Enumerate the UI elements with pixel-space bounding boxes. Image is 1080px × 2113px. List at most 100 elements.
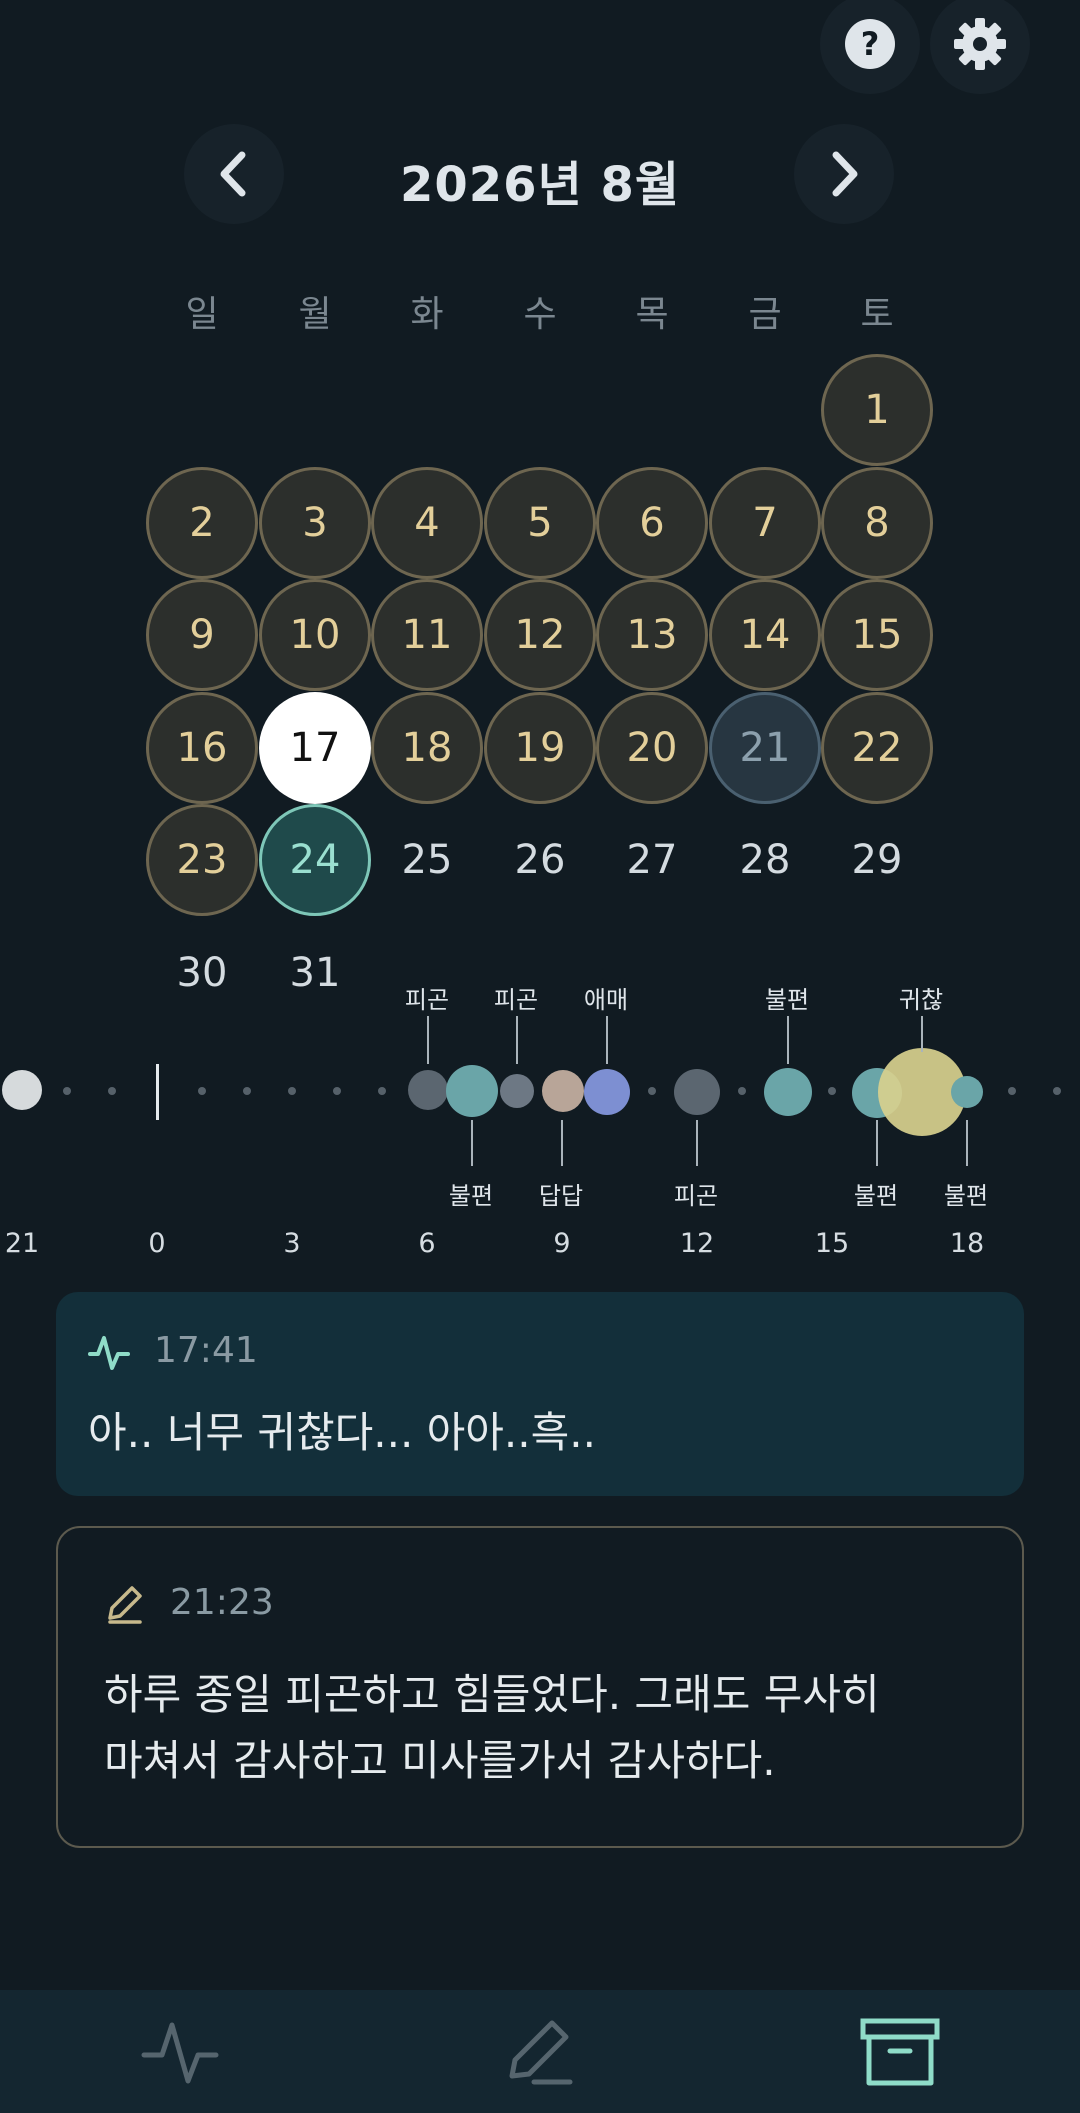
mood-bubble[interactable] bbox=[584, 1069, 630, 1115]
hour-label: 15 bbox=[814, 1228, 850, 1259]
calendar-day[interactable]: 15 bbox=[821, 579, 933, 691]
mood-bubble[interactable] bbox=[500, 1074, 534, 1108]
calendar-day[interactable]: 5 bbox=[484, 467, 596, 579]
calendar-day[interactable]: 19 bbox=[484, 692, 596, 804]
diary-entry-time: 21:23 bbox=[170, 1582, 274, 1623]
calendar-day[interactable]: 18 bbox=[371, 692, 483, 804]
nav-mood-button[interactable] bbox=[100, 1990, 260, 2113]
mood-entry-time: 17:41 bbox=[154, 1330, 258, 1371]
calendar-day[interactable]: 4 bbox=[371, 467, 483, 579]
calendar-day[interactable]: 26 bbox=[484, 804, 596, 916]
calendar-day[interactable]: 10 bbox=[259, 579, 371, 691]
calendar-day[interactable]: 20 bbox=[596, 692, 708, 804]
calendar-day[interactable]: 8 bbox=[821, 467, 933, 579]
timeline-cursor bbox=[156, 1064, 159, 1120]
tag-stem bbox=[471, 1120, 473, 1166]
calendar-day-selected[interactable]: 24 bbox=[259, 804, 371, 916]
next-month-button[interactable] bbox=[794, 124, 894, 224]
weekday-sat: 토 bbox=[860, 294, 894, 335]
tag-stem bbox=[966, 1120, 968, 1166]
diary-entry-text-line2: 마쳐서 감사하고 미사를가서 감사하다. bbox=[104, 1736, 776, 1785]
diary-entry-text-line1: 하루 종일 피곤하고 힘들었다. 그래도 무사히 bbox=[104, 1670, 880, 1719]
mood-tag-bottom: 불편 bbox=[853, 1182, 899, 1210]
weekday-thu: 목 bbox=[635, 294, 669, 335]
calendar-day[interactable]: 13 bbox=[596, 579, 708, 691]
hour-label: 21 bbox=[4, 1228, 40, 1259]
hour-label: 18 bbox=[949, 1228, 985, 1259]
mood-entry-card[interactable]: 17:41 아.. 너무 귀찮다... 아아..흑.. bbox=[56, 1292, 1024, 1496]
timeline-dot bbox=[378, 1087, 386, 1095]
timeline-dot bbox=[63, 1087, 71, 1095]
month-title: 2026년 8월 bbox=[399, 157, 681, 213]
weekday-tue: 화 bbox=[410, 294, 444, 335]
pencil-icon bbox=[108, 1586, 142, 1624]
mood-tag-top: 애매 bbox=[583, 986, 629, 1014]
mood-tag-bottom: 불편 bbox=[448, 1182, 494, 1210]
calendar-day-today[interactable]: 17 bbox=[259, 692, 371, 804]
tag-stem bbox=[427, 1016, 429, 1064]
calendar-day[interactable]: 28 bbox=[709, 804, 821, 916]
tag-stem bbox=[561, 1120, 563, 1166]
mood-entry-text: 아.. 너무 귀찮다... 아아..흑.. bbox=[88, 1408, 596, 1457]
mood-tag-top: 귀찮 bbox=[898, 986, 944, 1014]
calendar-day[interactable]: 23 bbox=[146, 804, 258, 916]
mood-tag-bottom: 불편 bbox=[943, 1182, 989, 1210]
hour-label: 6 bbox=[418, 1228, 436, 1259]
calendar-day[interactable]: 14 bbox=[709, 579, 821, 691]
timeline-dot bbox=[1008, 1087, 1016, 1095]
mood-timeline[interactable]: 피곤 피곤 애매 불편 귀찮 불편 답답 피곤 불편 불편 bbox=[0, 980, 1080, 1260]
timeline-dot bbox=[333, 1087, 341, 1095]
hour-label: 12 bbox=[679, 1228, 715, 1259]
calendar-day[interactable]: 25 bbox=[371, 804, 483, 916]
mood-bubble[interactable] bbox=[408, 1070, 448, 1110]
timeline-dot bbox=[243, 1087, 251, 1095]
nav-diary-button[interactable] bbox=[460, 1990, 620, 2113]
svg-text:?: ? bbox=[861, 25, 880, 63]
help-button[interactable]: ? bbox=[820, 0, 920, 94]
calendar-day[interactable]: 11 bbox=[371, 579, 483, 691]
mood-bubble[interactable] bbox=[764, 1068, 812, 1116]
calendar-day[interactable]: 27 bbox=[596, 804, 708, 916]
tag-stem bbox=[921, 1016, 923, 1052]
diary-entry-card[interactable]: 21:23 하루 종일 피곤하고 힘들었다. 그래도 무사히 마쳐서 감사하고 … bbox=[56, 1526, 1024, 1848]
calendar-day[interactable]: 2 bbox=[146, 467, 258, 579]
mood-tag-bottom: 답답 bbox=[538, 1182, 584, 1210]
mood-bubble[interactable] bbox=[951, 1076, 983, 1108]
tag-stem bbox=[606, 1016, 608, 1064]
weekday-wed: 수 bbox=[523, 294, 557, 335]
mood-tag-top: 불편 bbox=[764, 986, 810, 1014]
archive-icon bbox=[860, 2018, 940, 2085]
calendar-day[interactable]: 6 bbox=[596, 467, 708, 579]
hour-label: 9 bbox=[553, 1228, 571, 1259]
mood-bubble[interactable] bbox=[542, 1070, 584, 1112]
calendar-day[interactable]: 1 bbox=[821, 354, 933, 466]
pencil-icon bbox=[509, 2020, 573, 2084]
timeline-dot bbox=[828, 1087, 836, 1095]
chevron-right-icon bbox=[832, 151, 858, 197]
mood-tag-top: 피곤 bbox=[493, 986, 539, 1014]
calendar-day[interactable]: 29 bbox=[821, 804, 933, 916]
prev-month-button[interactable] bbox=[184, 124, 284, 224]
mood-tag-top: 피곤 bbox=[404, 986, 450, 1014]
calendar-day[interactable]: 12 bbox=[484, 579, 596, 691]
tag-stem bbox=[696, 1120, 698, 1166]
calendar-day[interactable]: 3 bbox=[259, 467, 371, 579]
mood-bubble[interactable] bbox=[2, 1070, 42, 1110]
chevron-left-icon bbox=[220, 151, 246, 197]
tag-stem bbox=[516, 1016, 518, 1064]
timeline-dot bbox=[288, 1087, 296, 1095]
activity-icon bbox=[141, 2022, 219, 2083]
calendar-day[interactable]: 16 bbox=[146, 692, 258, 804]
nav-archive-button[interactable] bbox=[820, 1990, 980, 2113]
calendar-day[interactable]: 9 bbox=[146, 579, 258, 691]
activity-icon bbox=[88, 1336, 130, 1370]
calendar-day[interactable]: 7 bbox=[709, 467, 821, 579]
mood-bubble[interactable] bbox=[446, 1065, 498, 1117]
timeline-dot bbox=[198, 1087, 206, 1095]
hour-label: 0 bbox=[148, 1228, 166, 1259]
calendar-day[interactable]: 22 bbox=[821, 692, 933, 804]
settings-button[interactable] bbox=[930, 0, 1030, 94]
mood-bubble[interactable] bbox=[674, 1069, 720, 1115]
calendar-day[interactable]: 21 bbox=[709, 692, 821, 804]
bottom-nav bbox=[0, 1990, 1080, 2113]
